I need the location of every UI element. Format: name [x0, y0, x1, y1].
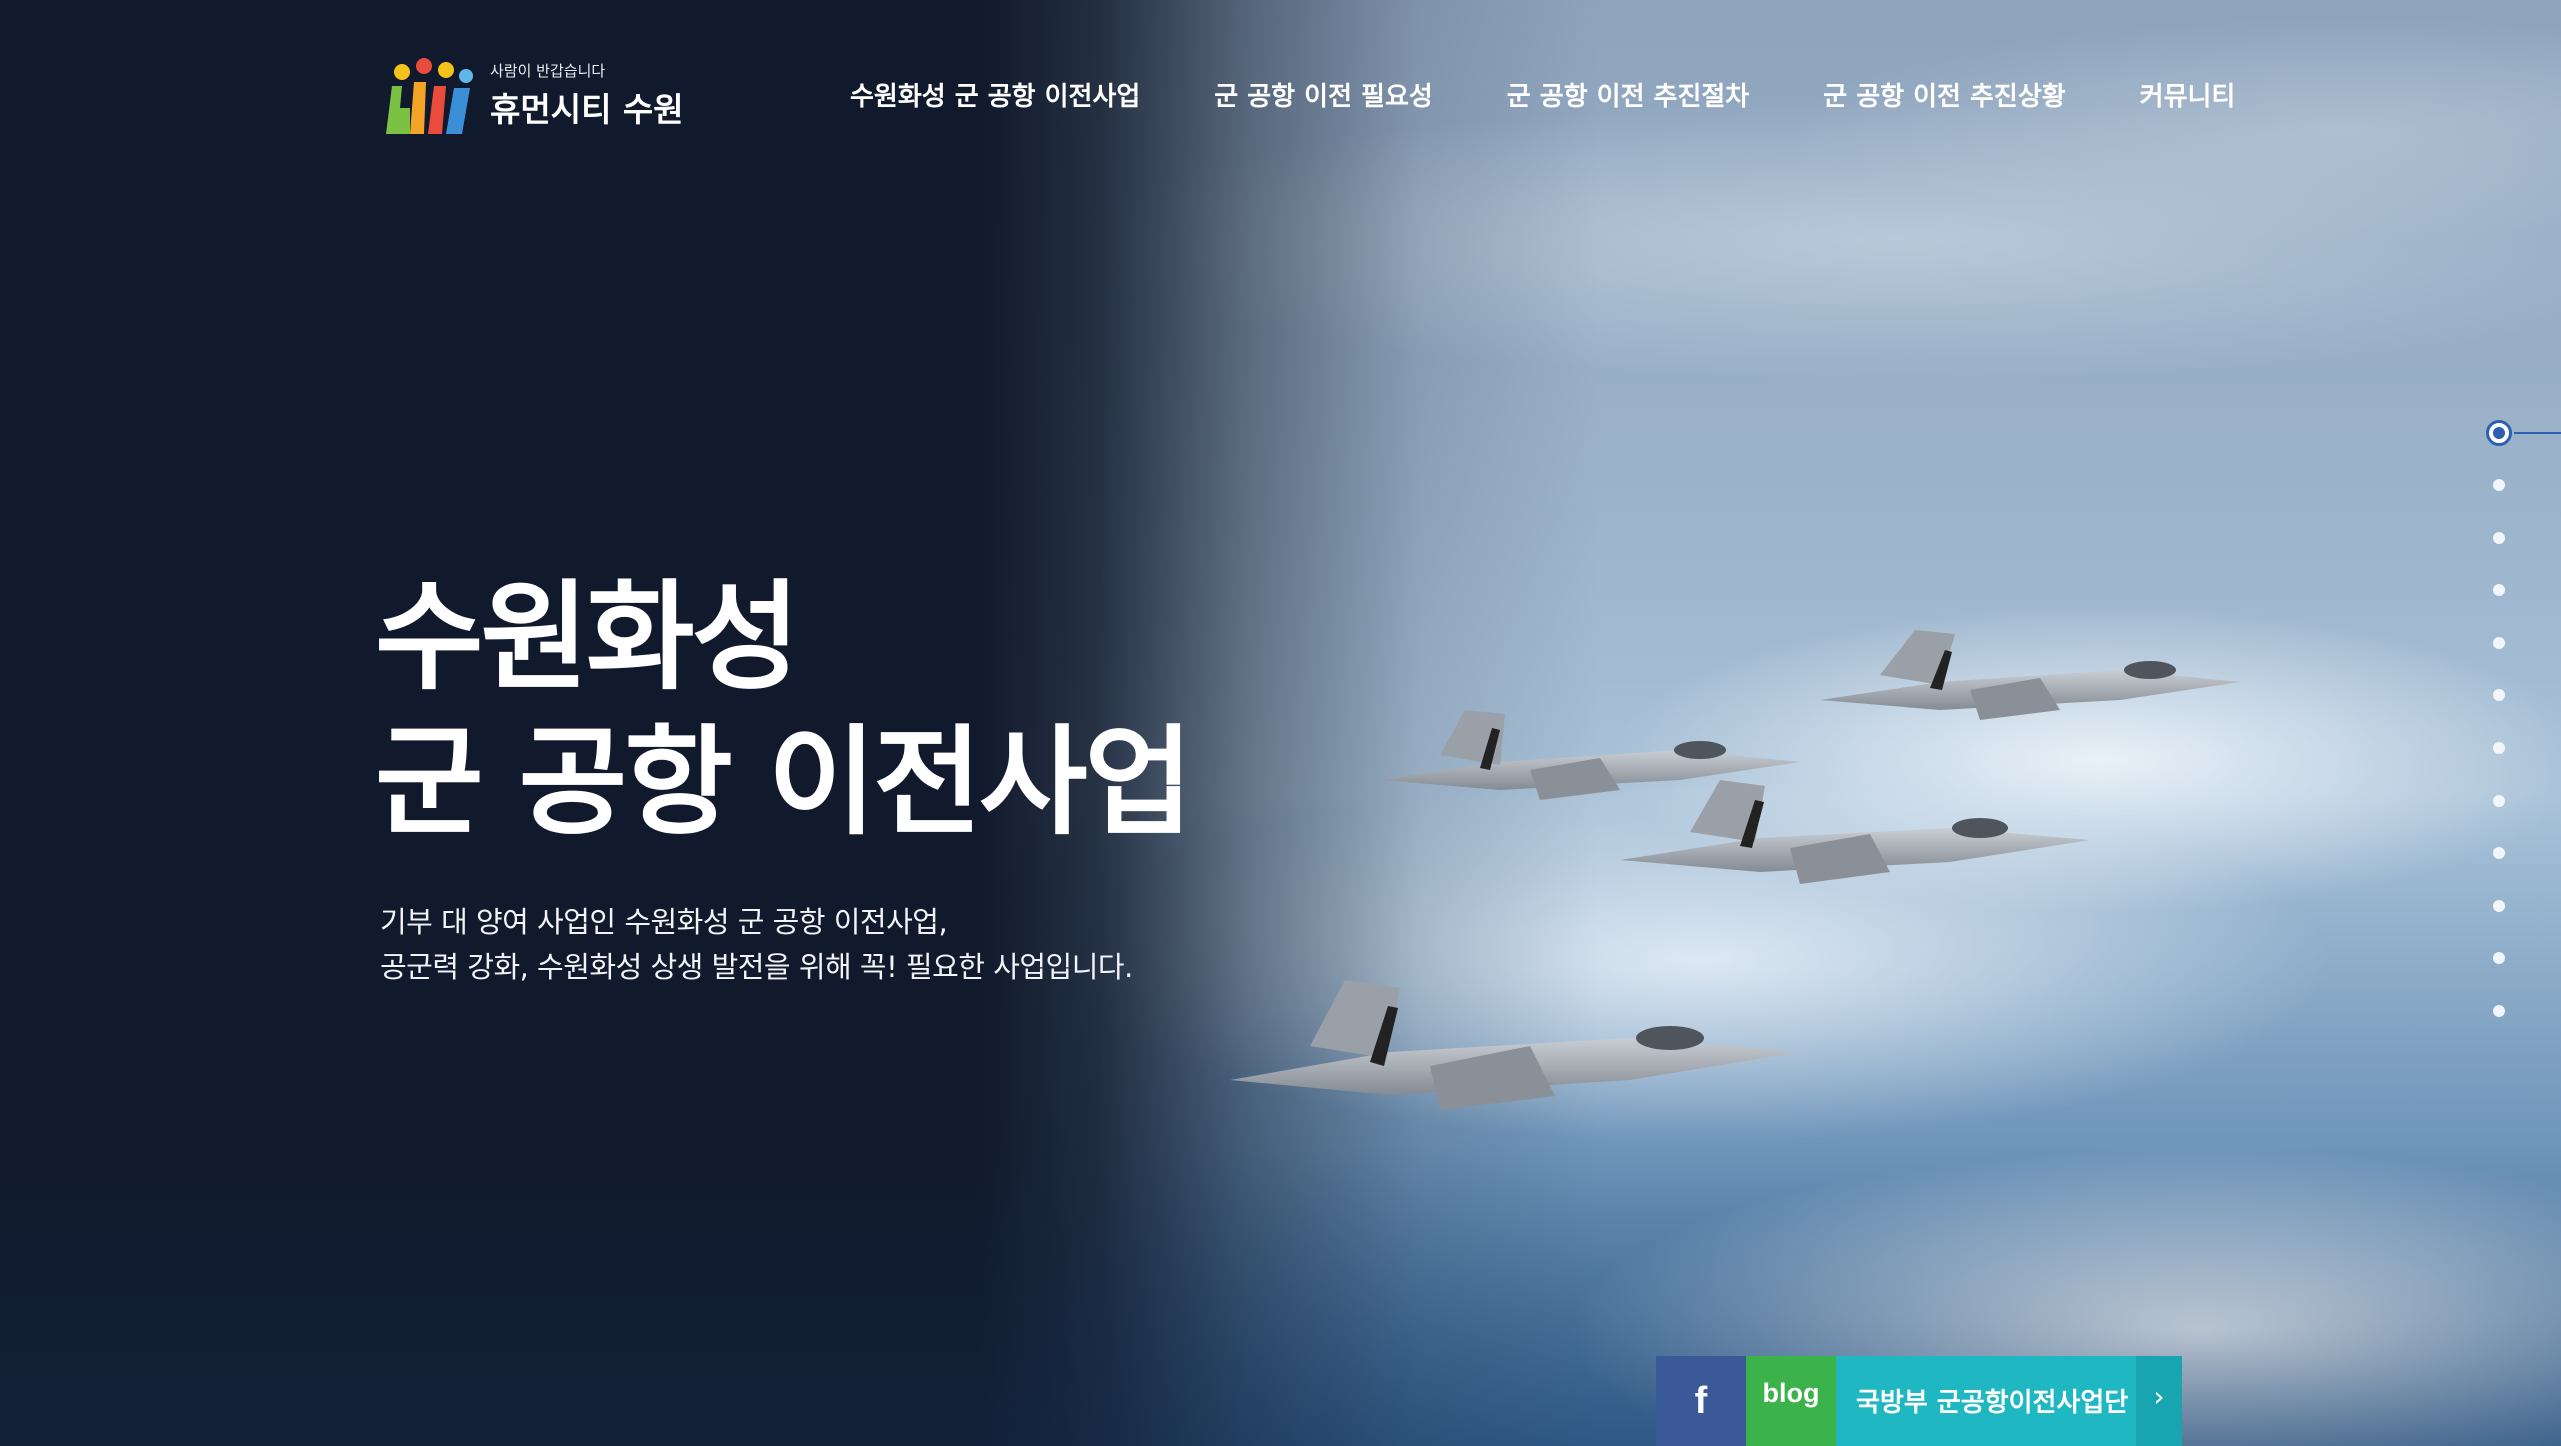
- hero-title: 수원화성 군 공항 이전사업: [375, 565, 1193, 855]
- pager-dot-3[interactable]: [2493, 532, 2505, 544]
- facebook-link[interactable]: f: [1656, 1356, 1746, 1446]
- fighter-jets-image: [1230, 630, 2240, 1110]
- hero-title-line-1: 수원화성: [375, 568, 800, 706]
- pager-active-line: [2514, 432, 2561, 434]
- nav-item-procedure[interactable]: 군 공항 이전 추진절차: [1507, 76, 1749, 113]
- mnd-link-label: 국방부 군공항이전사업단: [1856, 1388, 2129, 1418]
- main-nav: 수원화성 군 공항 이전사업 군 공항 이전 필요성 군 공항 이전 추진절차 …: [850, 76, 2235, 113]
- hero-desc-line-2: 공군력 강화, 수원화성 상생 발전을 위해 꼭! 필요한 사업입니다.: [380, 950, 1133, 984]
- quick-links: f blog 국방부 군공항이전사업단 ›: [1656, 1356, 2182, 1446]
- logo-tagline: 사람이 반갑습니다: [490, 61, 606, 80]
- pager-dot-1[interactable]: [2486, 420, 2512, 446]
- hero-description: 기부 대 양여 사업인 수원화성 군 공항 이전사업, 공군력 강화, 수원화성…: [380, 900, 1133, 990]
- hero-desc-line-1: 기부 대 양여 사업인 수원화성 군 공항 이전사업,: [380, 905, 948, 939]
- logo-name: 휴먼시티 수원: [490, 89, 684, 129]
- blog-label: blog: [1762, 1378, 1820, 1408]
- site-header: 사람이 반갑습니다 휴먼시티 수원 수원화성 군 공항 이전사업 군 공항 이전…: [0, 0, 2561, 190]
- pager-dot-6[interactable]: [2493, 689, 2505, 701]
- pager-dot-8[interactable]: [2493, 795, 2505, 807]
- chevron-right-icon: ›: [2136, 1356, 2182, 1446]
- section-pager: [2486, 420, 2561, 1020]
- pager-dot-4[interactable]: [2493, 584, 2505, 596]
- pager-dot-7[interactable]: [2493, 742, 2505, 754]
- pager-dot-11[interactable]: [2493, 952, 2505, 964]
- nav-item-community[interactable]: 커뮤니티: [2140, 76, 2236, 113]
- pager-dot-10[interactable]: [2493, 900, 2505, 912]
- nav-item-project[interactable]: 수원화성 군 공항 이전사업: [850, 76, 1140, 113]
- facebook-icon: f: [1694, 1379, 1708, 1422]
- mnd-airport-relocation-link[interactable]: 국방부 군공항이전사업단 ›: [1836, 1356, 2182, 1446]
- pager-dot-2[interactable]: [2493, 479, 2505, 491]
- pager-dot-9[interactable]: [2493, 847, 2505, 859]
- site-logo[interactable]: 사람이 반갑습니다 휴먼시티 수원: [380, 56, 684, 134]
- nav-item-status[interactable]: 군 공항 이전 추진상황: [1823, 76, 2065, 113]
- suwon-logo-mark-icon: [386, 58, 473, 134]
- hero-title-line-2: 군 공항 이전사업: [375, 713, 1193, 851]
- blog-link[interactable]: blog: [1746, 1356, 1836, 1446]
- pager-dot-5[interactable]: [2493, 637, 2505, 649]
- pager-dot-12[interactable]: [2493, 1005, 2505, 1017]
- nav-item-necessity[interactable]: 군 공항 이전 필요성: [1214, 76, 1433, 113]
